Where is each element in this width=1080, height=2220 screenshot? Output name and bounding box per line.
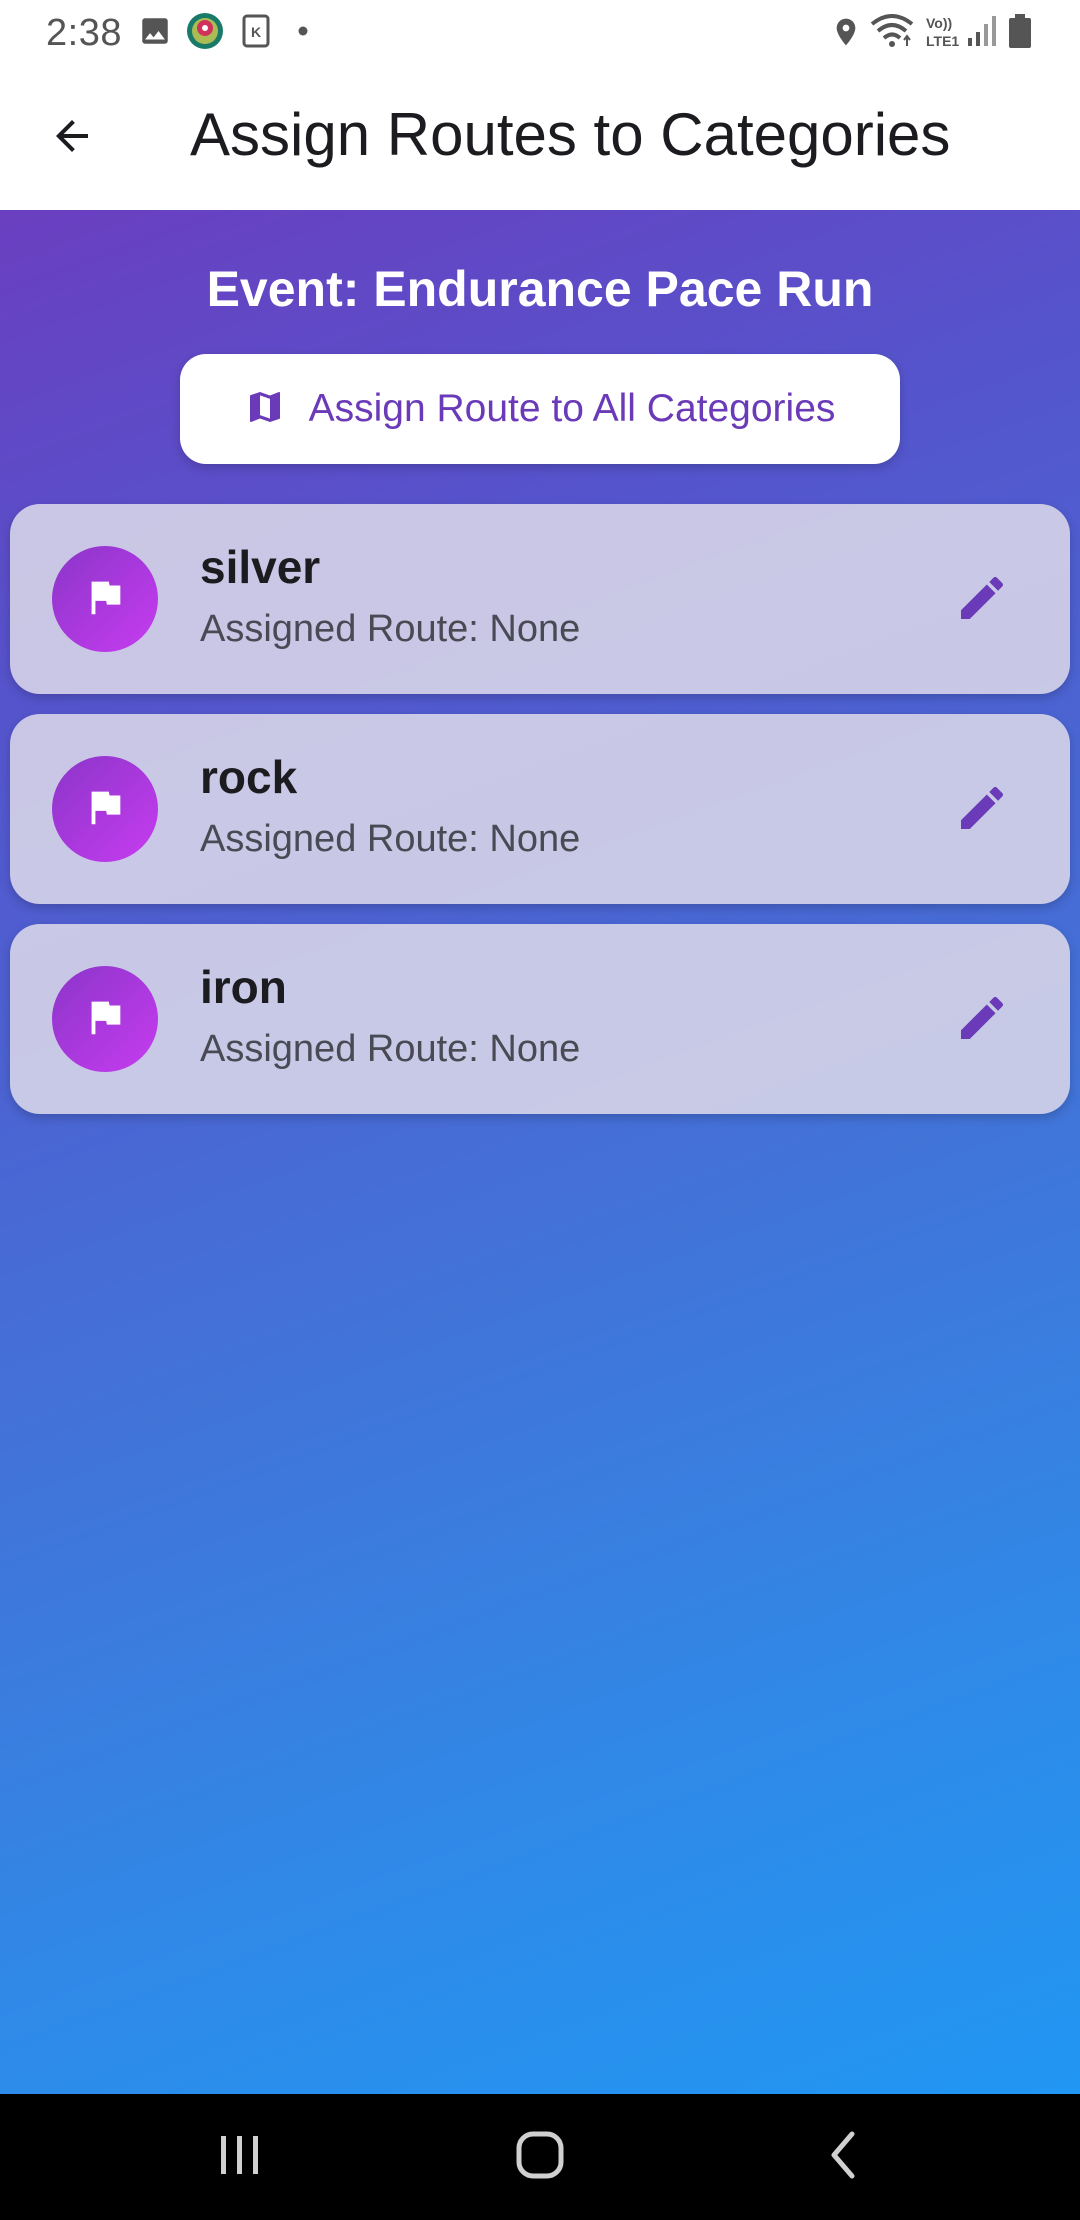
system-nav-bar (0, 2094, 1080, 2220)
category-avatar (52, 756, 158, 862)
map-icon (245, 387, 285, 432)
category-name: silver (200, 541, 321, 593)
assigned-route-text: Assigned Route: None (200, 1028, 581, 1070)
recents-button[interactable] (200, 2124, 280, 2190)
edit-icon (954, 990, 1010, 1051)
location-icon (830, 14, 862, 50)
arrow-back-icon (48, 112, 96, 165)
system-back-button[interactable] (804, 2124, 884, 2190)
category-avatar (52, 966, 158, 1072)
edit-route-button[interactable] (950, 778, 1014, 842)
svg-text:Vo)): Vo)) (926, 15, 952, 31)
svg-text:K: K (251, 24, 261, 40)
app-bar: Assign Routes to Categories (0, 66, 1080, 210)
assign-route-all-label: Assign Route to All Categories (308, 387, 836, 430)
back-icon (824, 2130, 864, 2185)
edit-route-button[interactable] (950, 988, 1014, 1052)
battery-icon (1008, 14, 1032, 50)
app-notification-icon (186, 12, 224, 50)
assign-route-all-button[interactable]: Assign Route to All Categories (180, 354, 900, 464)
flag-icon (82, 994, 128, 1045)
edit-icon (954, 570, 1010, 631)
page-title: Assign Routes to Categories (190, 101, 951, 168)
recents-icon (217, 2132, 263, 2183)
back-button[interactable] (40, 106, 104, 170)
flag-icon (82, 784, 128, 835)
flag-icon (82, 574, 128, 625)
category-name: iron (200, 961, 287, 1013)
status-bar: 2:38 K Vo)) LTE1 (0, 0, 1080, 66)
status-time: 2:38 (46, 12, 122, 54)
assigned-route-text: Assigned Route: None (200, 818, 581, 860)
assigned-route-text: Assigned Route: None (200, 608, 581, 650)
category-avatar (52, 546, 158, 652)
home-icon (515, 2130, 565, 2185)
edit-icon (954, 780, 1010, 841)
category-card-rock[interactable]: rock Assigned Route: None (10, 714, 1070, 904)
svg-text:LTE1: LTE1 (926, 33, 959, 49)
home-button[interactable] (500, 2124, 580, 2190)
volte-icon: Vo)) LTE1 (924, 14, 968, 50)
signal-icon (968, 14, 998, 48)
wifi-icon (870, 12, 914, 50)
category-card-silver[interactable]: silver Assigned Route: None (10, 504, 1070, 694)
main-content: Event: Endurance Pace Run Assign Route t… (0, 210, 1080, 2094)
dot-icon (298, 26, 308, 36)
k-app-icon: K (242, 14, 270, 48)
image-icon (138, 14, 172, 48)
category-card-iron[interactable]: iron Assigned Route: None (10, 924, 1070, 1114)
event-title: Event: Endurance Pace Run (206, 261, 874, 317)
edit-route-button[interactable] (950, 568, 1014, 632)
category-name: rock (200, 751, 298, 803)
